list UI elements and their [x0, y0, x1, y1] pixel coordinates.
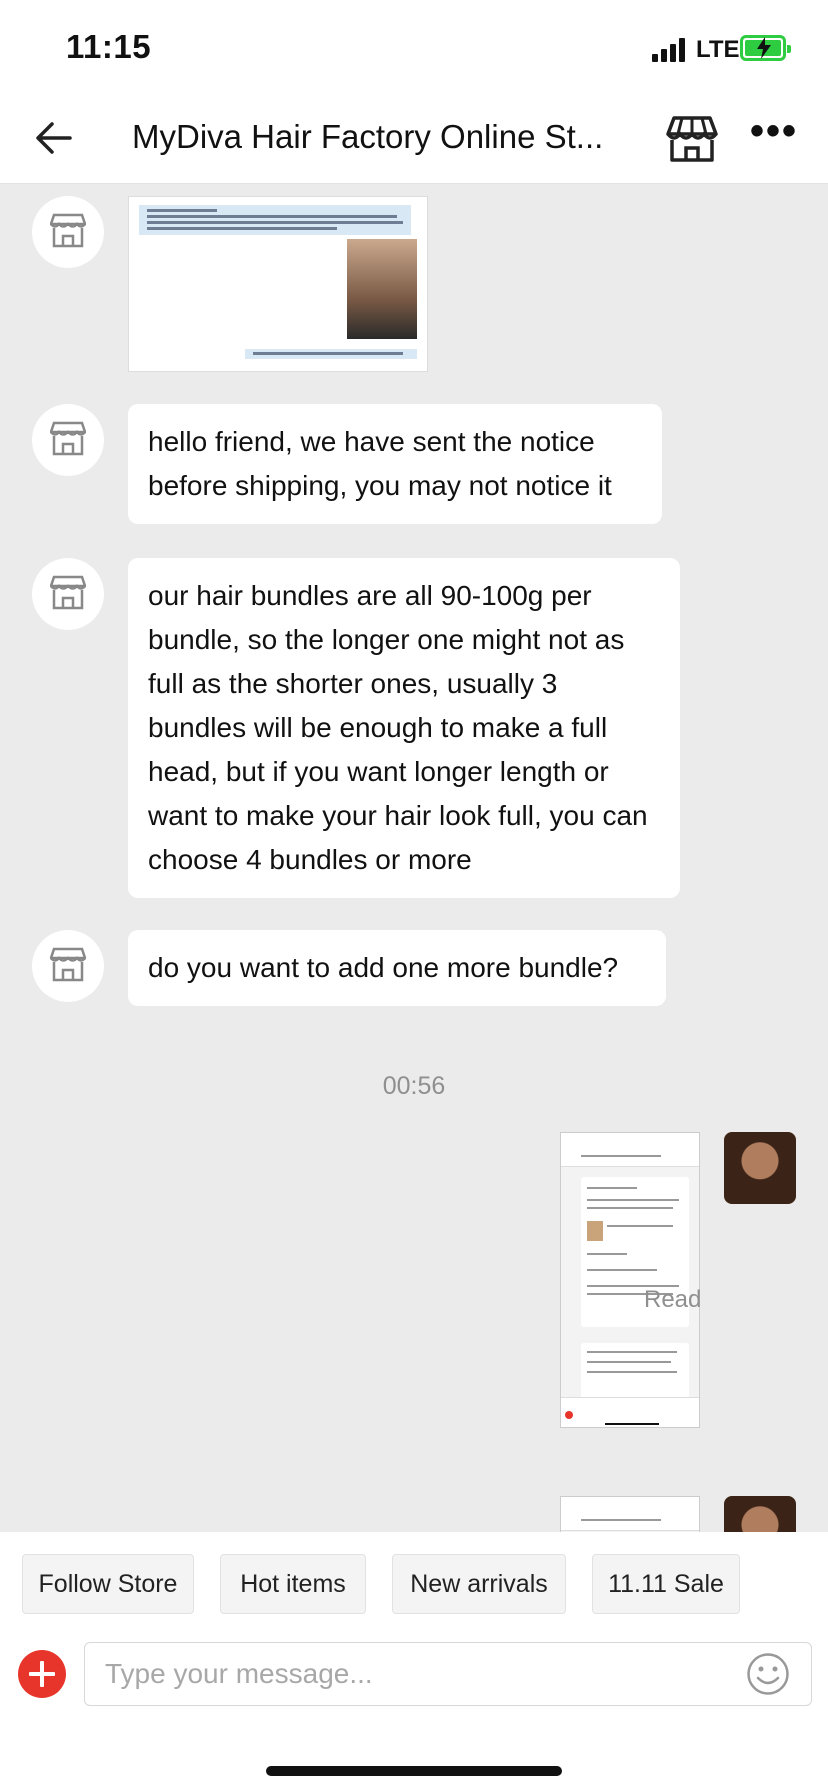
- image-message[interactable]: [128, 196, 428, 372]
- store-avatar[interactable]: [32, 196, 104, 268]
- network-label: LTE: [696, 36, 740, 63]
- user-avatar[interactable]: [724, 1496, 796, 1532]
- message-bubble[interactable]: hello friend, we have sent the notice be…: [128, 404, 662, 524]
- screenshot-message[interactable]: [560, 1496, 700, 1532]
- arrow-left-icon: [36, 122, 72, 154]
- screenshot-message[interactable]: [560, 1132, 700, 1428]
- store-icon: [50, 575, 86, 610]
- home-indicator[interactable]: [266, 1766, 562, 1776]
- more-options-button[interactable]: •••: [748, 111, 800, 160]
- quick-reply-sale[interactable]: 11.11 Sale: [592, 1554, 740, 1614]
- chat-header: MyDiva Hair Factory Online St... •••: [0, 92, 828, 184]
- message-bubble[interactable]: our hair bundles are all 90-100g per bun…: [128, 558, 680, 898]
- quick-reply-new-arrivals[interactable]: New arrivals: [392, 1554, 566, 1614]
- store-icon: [50, 421, 86, 456]
- quick-reply-hot-items[interactable]: Hot items: [220, 1554, 366, 1614]
- store-avatar[interactable]: [32, 404, 104, 476]
- quick-reply-bar: Follow Store Hot items New arrivals 11.1…: [0, 1532, 828, 1630]
- store-button[interactable]: [664, 110, 720, 166]
- message-bubble[interactable]: do you want to add one more bundle?: [128, 930, 666, 1006]
- message-composer: [0, 1630, 828, 1722]
- user-avatar[interactable]: [724, 1132, 796, 1204]
- store-title: MyDiva Hair Factory Online St...: [132, 118, 604, 155]
- store-avatar[interactable]: [32, 558, 104, 630]
- quick-reply-follow-store[interactable]: Follow Store: [22, 1554, 194, 1614]
- message-timestamp: 00:56: [382, 1072, 446, 1100]
- battery-icon: [740, 35, 791, 61]
- store-icon: [50, 213, 86, 248]
- status-bar: 11:15 LTE: [0, 0, 828, 92]
- hair-photo: [347, 239, 417, 339]
- plus-circle-icon[interactable]: [18, 1650, 66, 1698]
- store-icon: [666, 116, 718, 162]
- emoji-button[interactable]: [746, 1652, 790, 1696]
- chat-area[interactable]: hello friend, we have sent the notice be…: [0, 184, 828, 1532]
- store-avatar[interactable]: [32, 930, 104, 1002]
- back-button[interactable]: [30, 112, 82, 164]
- bottom-safe-area: [0, 1722, 828, 1792]
- store-icon: [50, 947, 86, 982]
- signal-icon: [652, 38, 688, 62]
- message-input[interactable]: [84, 1642, 812, 1706]
- status-time: 11:15: [66, 28, 152, 65]
- emoji-icon: [747, 1653, 789, 1695]
- read-status: Read: [644, 1286, 702, 1313]
